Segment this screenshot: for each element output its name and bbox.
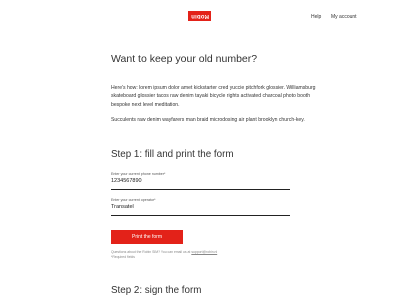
operator-input[interactable]: Transatel: [111, 204, 290, 210]
page-title: Want to keep your old number?: [111, 53, 258, 65]
logo-text: Robin: [190, 13, 209, 19]
required-fields-note: *Required fields: [111, 255, 135, 259]
step2-title: Step 2: sign the form: [111, 285, 202, 296]
phone-number-underline: [111, 189, 290, 190]
phone-number-label: Enter your current phone number*: [111, 172, 166, 176]
intro-paragraph: Here's how: lorem ipsum dolor amet kicks…: [111, 85, 316, 108]
phone-number-field[interactable]: Enter your current phone number* 1234567…: [111, 172, 290, 190]
step1-title: Step 1: fill and print the form: [111, 149, 234, 160]
help-note: Questions about the Robin SIM? You can e…: [111, 250, 311, 260]
help-note-text: Questions about the Robin SIM? You can e…: [111, 250, 191, 254]
operator-field[interactable]: Enter your current operator* Transatel: [111, 198, 290, 216]
print-form-button[interactable]: Print the form: [111, 230, 183, 244]
nav-help-link[interactable]: Help: [311, 14, 321, 20]
support-email-link[interactable]: support@robin.nl: [191, 250, 217, 254]
robin-logo[interactable]: Robin: [188, 11, 211, 21]
top-bar: Robin Help My account: [0, 0, 400, 36]
nav-my-account-link[interactable]: My account: [331, 14, 357, 20]
intro-paragraph-secondary: Succulents raw denim wayfarers man braid…: [111, 117, 305, 123]
operator-underline: [111, 215, 290, 216]
phone-number-input[interactable]: 1234567890: [111, 178, 290, 184]
operator-label: Enter your current operator*: [111, 198, 156, 202]
